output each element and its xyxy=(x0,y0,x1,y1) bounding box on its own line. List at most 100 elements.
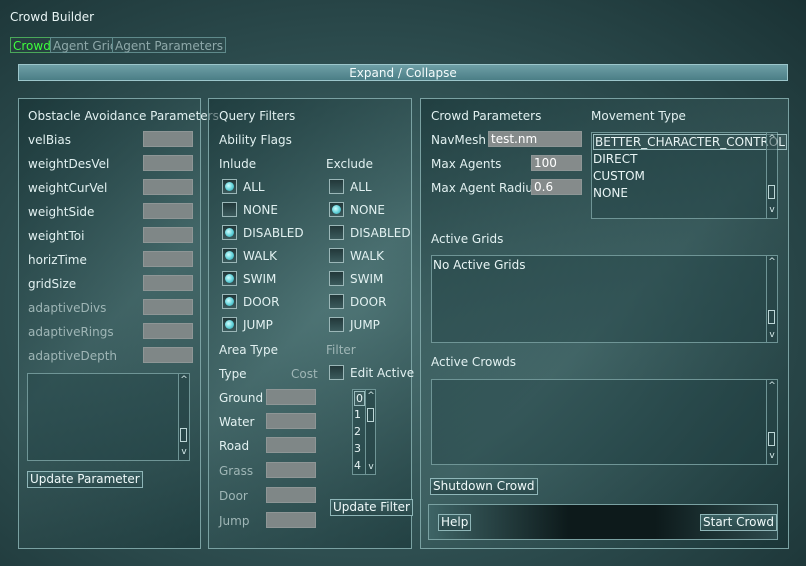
query-filters-panel: Query Filters Ability Flags Inlude Exclu… xyxy=(208,98,415,549)
scroll-up-icon[interactable]: ^ xyxy=(180,376,188,385)
active-crowds-list[interactable]: ^ v xyxy=(431,379,778,465)
exclude-jump-checkbox[interactable] xyxy=(329,317,344,332)
scroll-down-icon[interactable]: v xyxy=(180,448,188,457)
help-button[interactable]: Help xyxy=(438,514,472,531)
param-label: adaptiveDepth xyxy=(28,349,118,363)
max-agent-radius-input[interactable]: 0.6 xyxy=(531,179,582,195)
param-label: weightCurVel xyxy=(28,181,108,195)
scroll-thumb[interactable] xyxy=(367,408,374,422)
flag-label: DISABLED xyxy=(350,226,411,240)
list-item[interactable]: 4 xyxy=(354,459,361,472)
tab-crowd[interactable]: Crowd xyxy=(10,37,54,53)
include-swim-checkbox[interactable] xyxy=(222,271,237,286)
exclude-none-checkbox[interactable] xyxy=(329,202,344,217)
param-label: velBias xyxy=(28,133,71,147)
scrollbar[interactable]: ^ v xyxy=(766,133,777,218)
list-item[interactable]: CUSTOM xyxy=(593,169,645,183)
include-walk-checkbox[interactable] xyxy=(222,248,237,263)
include-jump-checkbox[interactable] xyxy=(222,317,237,332)
param-label: adaptiveDivs xyxy=(28,301,107,315)
scroll-thumb[interactable] xyxy=(180,428,187,442)
obstacle-title: Obstacle Avoidance Parameters xyxy=(28,109,219,123)
scrollbar[interactable]: ^ v xyxy=(766,256,777,342)
exclude-disabled-checkbox[interactable] xyxy=(329,225,344,240)
list-item[interactable]: 0 xyxy=(354,391,365,406)
param-field-velbias[interactable] xyxy=(143,131,193,147)
param-field-adaptiverings[interactable] xyxy=(143,323,193,339)
exclude-walk-checkbox[interactable] xyxy=(329,248,344,263)
shutdown-crowd-button[interactable]: Shutdown Crowd xyxy=(430,478,538,495)
cost-field-jump[interactable] xyxy=(266,512,316,528)
param-field-gridsize[interactable] xyxy=(143,275,193,291)
param-field-adaptivedepth[interactable] xyxy=(143,347,193,363)
include-all-checkbox[interactable] xyxy=(222,179,237,194)
flag-label: DISABLED xyxy=(243,226,304,240)
param-label: weightDesVel xyxy=(28,157,110,171)
area-label: Road xyxy=(219,439,250,453)
area-label: Grass xyxy=(219,464,254,478)
movement-type-list[interactable]: BETTER_CHARACTER_CONTROL DIRECT CUSTOM N… xyxy=(591,132,787,219)
tab-agent-parameters[interactable]: Agent Parameters xyxy=(112,37,227,53)
param-field-weightcurvel[interactable] xyxy=(143,179,193,195)
scroll-up-icon[interactable]: ^ xyxy=(768,258,776,267)
type-label: Type xyxy=(219,367,247,381)
max-agents-label: Max Agents xyxy=(431,157,502,171)
flag-label: ALL xyxy=(243,180,265,194)
include-door-checkbox[interactable] xyxy=(222,294,237,309)
area-label: Jump xyxy=(219,514,250,528)
list-item[interactable]: BETTER_CHARACTER_CONTROL xyxy=(593,134,787,150)
list-item[interactable]: 1 xyxy=(354,408,361,421)
active-grids-label: Active Grids xyxy=(431,232,504,246)
update-filter-button[interactable]: Update Filter xyxy=(330,499,413,516)
param-field-weightdesvel[interactable] xyxy=(143,155,193,171)
filter-index-list[interactable]: 0 1 2 3 4 ^ v xyxy=(352,389,376,475)
scrollbar[interactable]: ^ v xyxy=(365,390,375,474)
max-agents-input[interactable]: 100 xyxy=(531,155,582,171)
param-field-adaptivedivs[interactable] xyxy=(143,299,193,315)
scroll-down-icon[interactable]: v xyxy=(768,206,776,215)
list-item[interactable]: NONE xyxy=(593,186,628,200)
list-item[interactable]: 3 xyxy=(354,442,361,455)
cost-field-door[interactable] xyxy=(266,487,316,503)
navmesh-label: NavMesh xyxy=(431,133,487,147)
scroll-up-icon[interactable]: ^ xyxy=(367,392,375,401)
include-none-checkbox[interactable] xyxy=(222,202,237,217)
list-item[interactable]: 2 xyxy=(354,425,361,438)
param-field-weighttoi[interactable] xyxy=(143,227,193,243)
edit-active-label: Edit Active xyxy=(350,366,415,380)
cost-field-road[interactable] xyxy=(266,437,316,453)
param-label: weightToi xyxy=(28,229,85,243)
expand-collapse-bar[interactable]: Expand / Collapse xyxy=(18,64,788,81)
scroll-up-icon[interactable]: ^ xyxy=(768,382,776,391)
scroll-thumb[interactable] xyxy=(768,185,775,199)
exclude-door-checkbox[interactable] xyxy=(329,294,344,309)
param-field-horiztime[interactable] xyxy=(143,251,193,267)
cost-field-grass[interactable] xyxy=(266,462,316,478)
tab-agent-grid[interactable]: Agent Grid xyxy=(50,37,121,53)
scroll-thumb[interactable] xyxy=(768,310,775,324)
ability-flags-label: Ability Flags xyxy=(219,133,292,147)
update-parameter-button[interactable]: Update Parameter xyxy=(27,471,143,488)
exclude-all-checkbox[interactable] xyxy=(329,179,344,194)
cost-field-ground[interactable] xyxy=(266,389,316,405)
flag-label: WALK xyxy=(243,249,277,263)
scroll-down-icon[interactable]: v xyxy=(768,452,776,461)
flag-label: WALK xyxy=(350,249,384,263)
exclude-swim-checkbox[interactable] xyxy=(329,271,344,286)
active-grids-list[interactable]: No Active Grids ^ v xyxy=(431,255,778,343)
navmesh-input[interactable]: test.nm xyxy=(488,131,582,147)
scroll-down-icon[interactable]: v xyxy=(367,463,375,472)
edit-active-checkbox[interactable] xyxy=(329,365,344,380)
flag-label: DOOR xyxy=(350,295,387,309)
scroll-thumb[interactable] xyxy=(768,432,775,446)
obstacle-output-list[interactable]: ^ v xyxy=(27,373,190,461)
scroll-up-icon[interactable]: ^ xyxy=(768,135,776,144)
param-field-weightside[interactable] xyxy=(143,203,193,219)
scrollbar[interactable]: ^ v xyxy=(178,374,189,460)
cost-field-water[interactable] xyxy=(266,413,316,429)
start-crowd-button[interactable]: Start Crowd xyxy=(700,514,777,531)
scroll-down-icon[interactable]: v xyxy=(768,331,776,340)
include-disabled-checkbox[interactable] xyxy=(222,225,237,240)
scrollbar[interactable]: ^ v xyxy=(766,380,777,464)
list-item[interactable]: DIRECT xyxy=(593,152,637,166)
